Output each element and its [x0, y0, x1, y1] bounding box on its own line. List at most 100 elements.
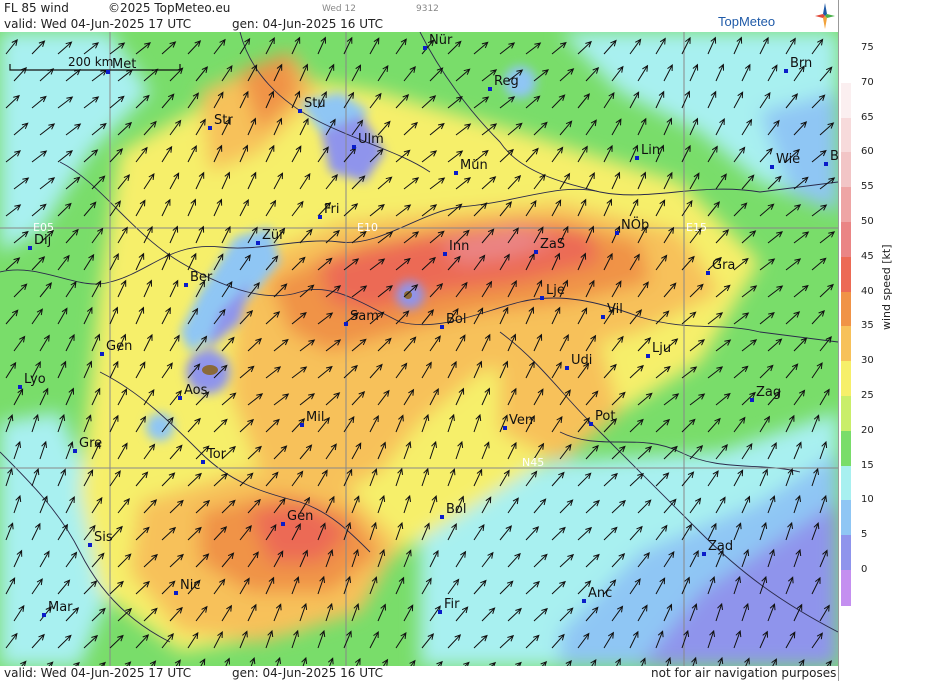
- legend-tick-label: 75: [861, 42, 874, 53]
- footer-generated-time: gen: 04-Jun-2025 16 UTC: [232, 666, 384, 680]
- city-label: Lje: [546, 283, 565, 298]
- footer-valid-time: valid: Wed 04-Jun-2025 17 UTC: [4, 666, 192, 680]
- legend-color-bar: [841, 48, 851, 606]
- legend-tick-label: 30: [861, 355, 874, 367]
- legend-color-segment: [841, 465, 851, 502]
- legend-color-segment: [841, 187, 851, 223]
- city-label: Str: [214, 113, 233, 128]
- city-marker: [298, 109, 302, 113]
- city-label: Bol: [446, 312, 466, 327]
- scale-bar-label: 200 km: [68, 55, 113, 69]
- city-label: Ven: [509, 413, 533, 428]
- legend-title: wind speed [kt]: [880, 244, 893, 331]
- city-label: Aos: [184, 383, 208, 398]
- grid-label-n45: N45: [522, 456, 544, 469]
- city-label: Lju: [652, 341, 671, 356]
- city-marker: [540, 296, 544, 300]
- city-marker: [352, 145, 356, 149]
- legend-color-segment: [841, 396, 851, 432]
- logo-text: TopMeteo: [718, 14, 776, 29]
- city-label: Sis: [94, 530, 113, 545]
- city-marker: [106, 70, 110, 74]
- legend-color-segment: [841, 48, 851, 84]
- city-marker: [440, 325, 444, 329]
- city-label: Gen: [287, 509, 313, 524]
- legend-tick-label: 5: [861, 529, 868, 541]
- legend-color-segment: [841, 535, 851, 571]
- city-marker: [750, 398, 754, 402]
- legend-tick-label: 35: [861, 320, 874, 332]
- legend-color-segment: [841, 361, 851, 397]
- city-label: Lyo: [24, 372, 46, 387]
- city-label: Reg: [494, 74, 519, 89]
- city-marker: [784, 69, 788, 73]
- city-marker: [300, 423, 304, 427]
- city-marker: [88, 543, 92, 547]
- legend-color-segment: [841, 222, 851, 258]
- wind-map-canvas: E05 E10 E15 N45 200 km MetNürRegBrnStuSt…: [0, 32, 838, 666]
- day-label: Wed 12: [322, 4, 356, 14]
- legend-color-segment: [841, 291, 851, 328]
- grid-label-e15: E15: [686, 221, 707, 234]
- city-label: Anc: [588, 586, 612, 601]
- city-marker: [208, 126, 212, 130]
- city-label: Mün: [460, 158, 488, 173]
- legend-tick-label: 0: [861, 564, 868, 575]
- city-marker: [443, 252, 447, 256]
- city-marker: [256, 241, 260, 245]
- city-label: Pot: [595, 409, 615, 424]
- grid-label-e10: E10: [357, 221, 378, 234]
- legend-tick-label: 25: [861, 390, 874, 401]
- city-label: Tor: [206, 447, 227, 462]
- legend-tick-label: 65: [861, 111, 874, 123]
- legend-tick-label: 45: [861, 250, 874, 262]
- legend-color-segment: [841, 326, 851, 363]
- city-marker: [565, 366, 569, 370]
- city-label: Sam: [350, 309, 379, 324]
- city-label: Lin: [641, 143, 660, 158]
- compass-star-icon: [815, 3, 835, 29]
- city-label: NÖb: [621, 216, 649, 233]
- city-marker: [184, 283, 188, 287]
- city-label: Wie: [776, 152, 800, 167]
- legend-color-segment: [841, 570, 851, 606]
- city-marker: [601, 315, 605, 319]
- city-marker: [178, 396, 182, 400]
- legend-tick-label: 40: [861, 285, 874, 297]
- code-label: 9312: [416, 4, 439, 14]
- city-marker: [534, 250, 538, 254]
- legend-tick-label: 55: [861, 181, 874, 193]
- city-marker: [42, 613, 46, 617]
- city-label: Fir: [444, 597, 460, 612]
- city-marker: [423, 46, 427, 50]
- city-marker: [646, 354, 650, 358]
- city-label: Met: [112, 57, 136, 72]
- legend-tick-label: 10: [861, 494, 874, 506]
- header-bar: FL 85 wind ©2025 TopMeteo.eu Wed 12 9312…: [0, 0, 838, 32]
- city-label: Zag: [756, 385, 781, 400]
- city-marker: [454, 171, 458, 175]
- topmeteo-logo: TopMeteo: [708, 2, 836, 30]
- city-label: Vil: [607, 302, 623, 317]
- city-label: Stu: [304, 96, 326, 111]
- city-label: Brn: [790, 56, 812, 71]
- city-marker: [201, 460, 205, 464]
- city-label: Mil: [306, 410, 324, 425]
- city-marker: [73, 449, 77, 453]
- legend-tick-label: 15: [861, 459, 874, 471]
- legend-color-segment: [841, 430, 851, 467]
- city-label: Zür: [262, 228, 285, 243]
- legend-color-segment: [841, 500, 851, 537]
- city-label: Gre: [79, 436, 102, 451]
- city-marker: [635, 156, 639, 160]
- city-marker: [488, 87, 492, 91]
- city-marker: [582, 599, 586, 603]
- city-label: Mar: [48, 600, 73, 615]
- city-label: Bol: [446, 502, 466, 517]
- city-label: Dij: [34, 233, 51, 248]
- city-marker: [702, 552, 706, 556]
- product-title: FL 85 wind: [4, 1, 69, 15]
- city-marker: [770, 165, 774, 169]
- city-marker: [589, 422, 593, 426]
- wind-map[interactable]: E05 E10 E15 N45 200 km Met Nür Reg Brn Stu St…: [0, 32, 838, 666]
